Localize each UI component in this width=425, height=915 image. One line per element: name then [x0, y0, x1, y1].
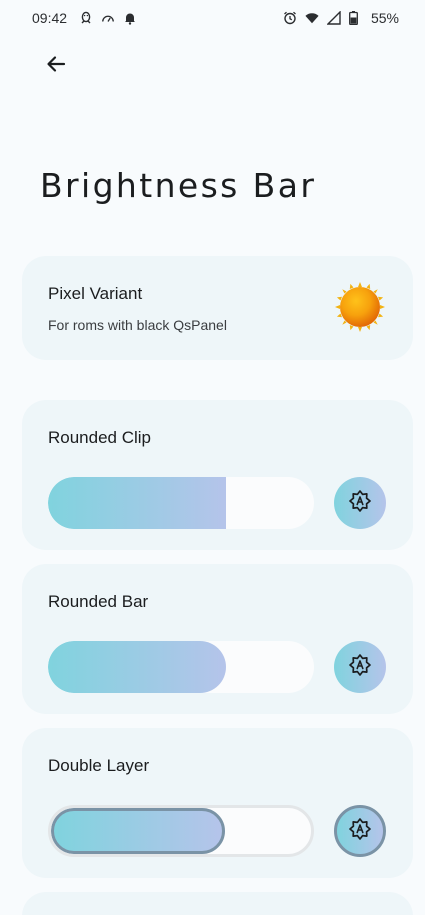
rounded-clip-title: Rounded Clip [48, 428, 152, 447]
double-layer-auto-brightness-button[interactable] [334, 805, 386, 857]
cell-signal-icon [326, 11, 341, 25]
rounded-bar-card[interactable]: Rounded Bar [22, 564, 413, 714]
penguin-icon [79, 11, 93, 25]
rounded-clip-card[interactable]: Rounded Clip [22, 400, 413, 550]
back-button[interactable] [36, 46, 76, 86]
speedometer-icon [101, 11, 115, 25]
double-layer-title: Double Layer [48, 756, 150, 775]
rounded-bar-auto-brightness-button[interactable] [334, 641, 386, 693]
auto-brightness-icon [348, 653, 372, 682]
alarm-icon [283, 11, 297, 25]
double-layer-slider[interactable] [48, 805, 314, 857]
auto-brightness-icon [348, 817, 372, 846]
page-title: Brightness Bar [40, 166, 317, 205]
double-layer-card[interactable]: Double Layer [22, 728, 413, 878]
auto-brightness-icon [348, 489, 372, 518]
pixel-variant-title: Pixel Variant [48, 284, 143, 303]
rounded-bar-slider-fill [48, 641, 227, 693]
arrow-left-icon [45, 53, 67, 80]
double-layer-slider-fill [51, 808, 226, 854]
rounded-bar-slider[interactable] [48, 641, 314, 693]
rounded-bar-title: Rounded Bar [48, 592, 149, 611]
rounded-clip-auto-brightness-button[interactable] [334, 477, 386, 529]
status-bar-left: 09:42 [32, 10, 137, 26]
notification-bell-icon [123, 11, 137, 25]
pixel-variant-card[interactable]: Pixel Variant For roms with black QsPane… [22, 256, 413, 360]
status-bar: 09:42 55% [0, 0, 425, 36]
rounded-clip-slider-fill [48, 477, 227, 529]
status-time: 09:42 [32, 10, 68, 26]
brightness-bar-screen: 09:42 55% Brightness Bar Pixel Variant F… [0, 0, 425, 915]
sun-icon [335, 282, 385, 332]
wifi-icon [305, 11, 319, 25]
status-bar-right: 55% [283, 10, 399, 26]
battery-icon [349, 11, 363, 25]
rounded-clip-slider[interactable] [48, 477, 314, 529]
next-option-card[interactable] [22, 892, 413, 915]
battery-percentage: 55% [370, 10, 399, 26]
pixel-variant-subtitle: For roms with black QsPanel [48, 317, 227, 333]
